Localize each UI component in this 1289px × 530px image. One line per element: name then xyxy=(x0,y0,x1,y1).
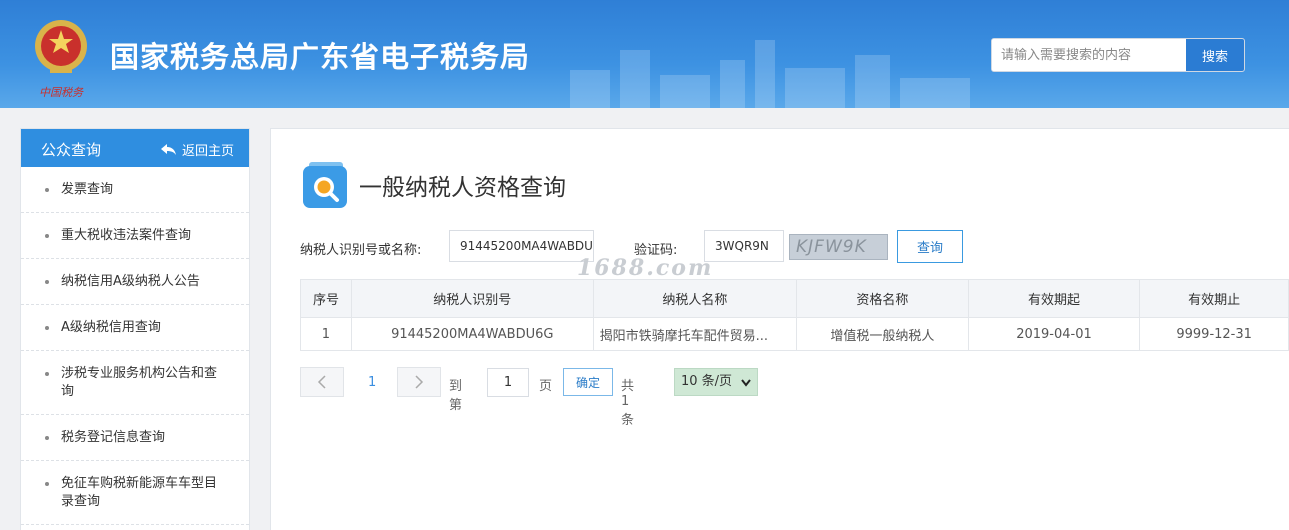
sidebar-item-invoice[interactable]: 发票查询 xyxy=(21,167,249,213)
back-arrow-icon xyxy=(160,143,176,155)
bullet-icon xyxy=(45,280,49,284)
back-home-link[interactable]: 返回主页 xyxy=(160,140,234,159)
bullet-icon xyxy=(45,372,49,376)
column-header: 纳税人名称 xyxy=(592,279,798,318)
column-header: 序号 xyxy=(300,279,352,318)
chevron-left-icon xyxy=(317,375,326,389)
main-panel: 一般纳税人资格查询 纳税人识别号或名称: 验证码: KJFW9K 查询 1688… xyxy=(270,128,1289,530)
sidebar: 公众查询 返回主页 发票查询 重大税收违法案件查询 纳税信用A级纳税人公告 A级… xyxy=(20,128,250,530)
site-title: 国家税务总局广东省电子税务局 xyxy=(110,40,531,74)
next-page-button[interactable] xyxy=(397,367,441,397)
table-row: 1 91445200MA4WABDU6G 揭阳市铁骑摩托车配件贸易... 增值税… xyxy=(300,317,1289,351)
column-header: 有效期止 xyxy=(1139,279,1289,318)
chevron-right-icon xyxy=(415,375,424,389)
result-table: 序号 纳税人识别号 纳税人名称 资格名称 有效期起 有效期止 1 9144520… xyxy=(300,279,1289,351)
taxpayer-label: 纳税人识别号或名称: xyxy=(300,243,422,258)
goto-label: 到第 xyxy=(449,379,463,413)
back-home-label: 返回主页 xyxy=(181,144,234,159)
page-size-select[interactable]: 10 条/页 xyxy=(674,368,758,396)
page-title: 一般纳税人资格查询 xyxy=(359,175,566,201)
column-header: 有效期起 xyxy=(967,279,1141,318)
current-page-number[interactable]: 1 xyxy=(368,375,376,390)
sidebar-item-new-energy-vehicles[interactable]: 免征车购税新能源车车型目录查询 xyxy=(21,461,249,525)
goto-page-input[interactable] xyxy=(487,368,529,397)
table-cell: 2019-04-01 xyxy=(967,317,1141,351)
search-button[interactable]: 搜索 xyxy=(1186,39,1244,71)
sidebar-item-label: A级纳税信用查询 xyxy=(61,320,161,335)
sidebar-item-label: 重大税收违法案件查询 xyxy=(61,228,192,243)
page-unit-label: 页 xyxy=(539,379,553,394)
search-document-icon xyxy=(303,162,347,208)
skyline-decoration xyxy=(570,40,970,108)
table-cell: 揭阳市铁骑摩托车配件贸易... xyxy=(592,317,798,351)
sidebar-item-service-agencies[interactable]: 涉税专业服务机构公告和查询 xyxy=(21,351,249,415)
captcha-image-text: KJFW9K xyxy=(796,237,867,257)
column-header: 资格名称 xyxy=(796,279,969,318)
table-header-row: 序号 纳税人识别号 纳税人名称 资格名称 有效期起 有效期止 xyxy=(300,279,1289,318)
search-input[interactable] xyxy=(992,39,1187,71)
search-box: 搜索 xyxy=(991,38,1245,72)
bullet-icon xyxy=(45,482,49,486)
sidebar-item-a-level-query[interactable]: A级纳税信用查询 xyxy=(21,305,249,351)
sidebar-item-label: 纳税信用A级纳税人公告 xyxy=(61,274,200,289)
sidebar-item-registration[interactable]: 税务登记信息查询 xyxy=(21,415,249,461)
table-cell: 9999-12-31 xyxy=(1139,317,1289,351)
chevron-down-icon xyxy=(741,379,751,387)
sidebar-item-a-level-notice[interactable]: 纳税信用A级纳税人公告 xyxy=(21,259,249,305)
watermark: 1688.com xyxy=(577,255,714,281)
svg-text:中国税务: 中国税务 xyxy=(39,86,84,99)
captcha-image[interactable]: KJFW9K xyxy=(789,234,888,260)
sidebar-item-label: 涉税专业服务机构公告和查询 xyxy=(61,366,218,399)
table-cell: 91445200MA4WABDU6G xyxy=(350,317,594,351)
sidebar-item-violations[interactable]: 重大税收违法案件查询 xyxy=(21,213,249,259)
sidebar-header: 公众查询 返回主页 xyxy=(21,129,249,167)
sidebar-item-label: 税务登记信息查询 xyxy=(61,430,166,445)
sidebar-item-label: 免征车购税新能源车车型目录查询 xyxy=(61,476,218,509)
bullet-icon xyxy=(45,188,49,192)
table-cell: 增值税一般纳税人 xyxy=(796,317,969,351)
taxpayer-id-input[interactable] xyxy=(449,230,594,262)
bullet-icon xyxy=(45,326,49,330)
table-cell: 1 xyxy=(300,317,352,351)
bullet-icon xyxy=(45,436,49,440)
prev-page-button[interactable] xyxy=(300,367,344,397)
site-header: 中国税务 国家税务总局广东省电子税务局 搜索 xyxy=(0,0,1289,108)
sidebar-title: 公众查询 xyxy=(41,141,102,159)
confirm-button[interactable]: 确定 xyxy=(563,368,613,396)
total-count: 共 1 条 xyxy=(621,379,635,428)
captcha-input[interactable] xyxy=(704,230,784,262)
query-button[interactable]: 查询 xyxy=(897,230,963,263)
bullet-icon xyxy=(45,234,49,238)
tax-emblem-icon: 中国税务 xyxy=(35,20,87,99)
column-header: 纳税人识别号 xyxy=(350,279,594,318)
page-size-value: 10 条/页 xyxy=(681,374,733,389)
sidebar-item-label: 发票查询 xyxy=(61,182,114,197)
